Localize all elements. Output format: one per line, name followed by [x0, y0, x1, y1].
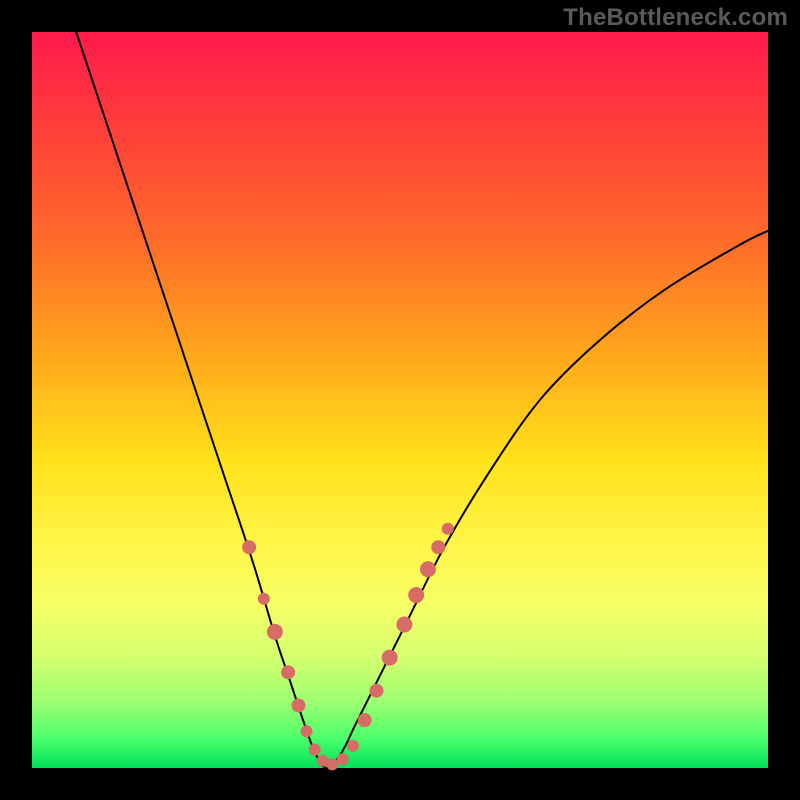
marker-dot: [382, 650, 398, 666]
marker-dot: [291, 698, 305, 712]
marker-dot: [369, 684, 383, 698]
marker-dot: [242, 540, 256, 554]
marker-dot: [309, 744, 321, 756]
marker-dot: [420, 561, 436, 577]
marker-dot: [442, 523, 454, 535]
marker-dot: [337, 753, 349, 765]
outer-frame: TheBottleneck.com: [0, 0, 800, 800]
marker-dot: [258, 593, 270, 605]
chart-svg: [32, 32, 768, 768]
marker-dot: [347, 740, 359, 752]
marker-dot: [431, 540, 445, 554]
bottleneck-curve: [76, 32, 768, 768]
marker-dot: [267, 624, 283, 640]
marker-dot: [396, 616, 412, 632]
marker-dot: [408, 587, 424, 603]
marker-dot: [301, 725, 313, 737]
marker-dot: [358, 713, 372, 727]
marker-dot: [326, 758, 338, 770]
marker-dot: [281, 665, 295, 679]
highlight-dots: [242, 523, 454, 771]
watermark-label: TheBottleneck.com: [563, 4, 788, 32]
